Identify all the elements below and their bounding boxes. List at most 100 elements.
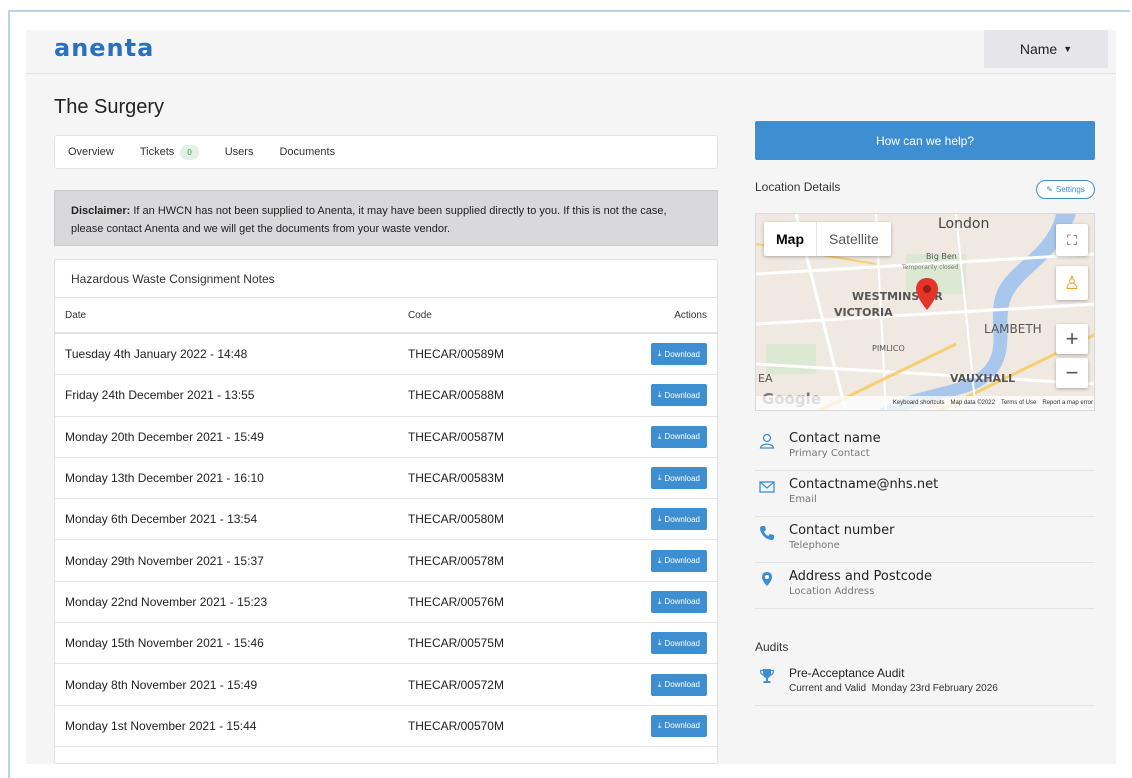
location-map[interactable]: Map Satellite ⛶ ♙ + − London Big Ben Tem…: [755, 213, 1095, 411]
contact-address: Address and Postcode: [789, 569, 933, 584]
row-code: THECAR/00580M: [407, 512, 504, 527]
trophy-icon: [759, 669, 775, 683]
tickets-count-badge: 0: [180, 144, 199, 160]
download-icon: ⤓: [657, 514, 662, 524]
row-date: Monday 1st November 2021 - 15:44: [65, 718, 257, 733]
user-menu-button[interactable]: Name ▼: [984, 30, 1108, 68]
settings-button[interactable]: ✎ Settings: [1036, 180, 1095, 199]
contact-item: Contact number Telephone: [755, 517, 1095, 563]
tab-label: Users: [224, 146, 254, 158]
zoom-out-icon[interactable]: −: [1056, 358, 1088, 388]
contact-list: Contact name Primary Contact Contactname…: [755, 425, 1095, 609]
contact-sub: Location Address: [789, 586, 875, 597]
table-row: Tuesday 4th January 2022 - 14:48 THECAR/…: [55, 334, 717, 376]
download-button[interactable]: ⤓ Download: [650, 343, 707, 366]
disclaimer-text: If an HWCN has not been supplied to Anen…: [71, 205, 667, 235]
download-button[interactable]: ⤓ Download: [650, 549, 707, 572]
logo[interactable]: anenta: [54, 34, 154, 62]
table-row: Monday 22nd November 2021 - 15:23 THECAR…: [55, 582, 717, 624]
contact-item: Contactname@nhs.net Email: [755, 471, 1095, 517]
row-date: Monday 6th December 2021 - 13:54: [65, 512, 258, 527]
table-row: Monday 8th November 2021 - 15:49 THECAR/…: [55, 664, 717, 706]
map-footer-link[interactable]: Report a map error: [1042, 400, 1093, 406]
row-code: THECAR/00589M: [407, 347, 504, 362]
phone-icon: [760, 526, 774, 540]
download-button[interactable]: ⤓ Download: [650, 590, 707, 613]
pegman-icon[interactable]: ♙: [1056, 266, 1088, 300]
map-label-ea: EA: [758, 372, 773, 385]
download-button[interactable]: ⤓ Download: [650, 425, 707, 448]
download-button[interactable]: ⤓ Download: [650, 714, 707, 737]
user-menu-label: Name: [1019, 41, 1058, 57]
satellite-view-button[interactable]: Satellite: [816, 222, 891, 256]
download-icon: ⤓: [657, 390, 662, 400]
map-pin-marker[interactable]: [916, 278, 938, 310]
download-label: Download: [664, 721, 700, 731]
table-row: Monday 20th December 2021 - 15:49 THECAR…: [55, 417, 717, 458]
table-body: Tuesday 4th January 2022 - 14:48 THECAR/…: [55, 334, 717, 747]
download-icon: ⤓: [657, 473, 662, 483]
caret-down-icon: ▼: [1063, 44, 1073, 54]
map-label-lambeth: LAMBETH: [984, 322, 1042, 336]
disclaimer-label: Disclaimer:: [71, 205, 131, 217]
top-navbar: anenta Name ▼: [26, 30, 1116, 74]
help-button[interactable]: How can we help?: [755, 121, 1095, 160]
audit-item: Pre-Acceptance Audit Current and Valid M…: [755, 662, 1095, 706]
table-row: Monday 29th November 2021 - 15:37 THECAR…: [55, 540, 717, 582]
download-label: Download: [664, 680, 700, 690]
map-label-london: London: [938, 216, 990, 232]
map-view-button[interactable]: Map: [764, 222, 816, 256]
map-footer-link[interactable]: Keyboard shortcuts: [893, 400, 945, 406]
map-footer-link[interactable]: Terms of Use: [1001, 400, 1036, 406]
wrench-icon: ✎: [1046, 185, 1053, 194]
download-icon: ⤓: [657, 720, 662, 730]
map-footer: Keyboard shortcuts Map data ©2022 Terms …: [756, 396, 1094, 410]
tab-tickets[interactable]: Tickets 0: [140, 144, 199, 160]
audit-date: Monday 23rd February 2026: [871, 683, 998, 694]
contact-name: Contact name: [789, 431, 881, 446]
audit-name: Pre-Acceptance Audit: [789, 666, 905, 680]
row-code: THECAR/00572M: [407, 677, 504, 692]
fullscreen-icon[interactable]: ⛶: [1056, 224, 1088, 256]
tab-documents[interactable]: Documents: [279, 146, 335, 158]
download-button[interactable]: ⤓ Download: [650, 632, 707, 655]
audit-status-line: Current and Valid Monday 23rd February 2…: [789, 683, 998, 694]
download-button[interactable]: ⤓ Download: [650, 673, 707, 696]
contact-email[interactable]: Contactname@nhs.net: [789, 477, 938, 492]
row-date: Monday 20th December 2021 - 15:49: [65, 429, 264, 444]
disclaimer-banner: Disclaimer: If an HWCN has not been supp…: [54, 190, 718, 246]
row-code: THECAR/00578M: [407, 553, 504, 568]
row-code: THECAR/00575M: [407, 636, 504, 651]
audits-heading: Audits: [755, 640, 789, 654]
download-label: Download: [664, 432, 700, 442]
download-label: Download: [664, 638, 700, 648]
row-code: THECAR/00570M: [407, 718, 504, 733]
contact-item: Address and Postcode Location Address: [755, 563, 1095, 609]
column-header-date: Date: [65, 309, 87, 321]
download-label: Download: [664, 349, 700, 359]
download-icon: ⤓: [657, 596, 662, 606]
download-button[interactable]: ⤓ Download: [650, 467, 707, 490]
row-code: THECAR/00583M: [407, 471, 504, 486]
contact-sub: Email: [789, 494, 817, 505]
table-row: Monday 6th December 2021 - 13:54 THECAR/…: [55, 499, 717, 541]
download-button[interactable]: ⤓ Download: [650, 384, 707, 407]
map-pin-icon: [762, 572, 772, 586]
download-label: Download: [664, 556, 700, 566]
card-title: Hazardous Waste Consignment Notes: [55, 260, 717, 298]
download-label: Download: [664, 514, 700, 524]
tab-users[interactable]: Users: [225, 146, 254, 158]
row-date: Tuesday 4th January 2022 - 14:48: [65, 347, 248, 362]
download-label: Download: [664, 390, 700, 400]
tab-overview[interactable]: Overview: [68, 146, 114, 158]
download-icon: ⤓: [657, 349, 662, 359]
row-code: THECAR/00576M: [407, 594, 504, 609]
row-date: Monday 22nd November 2021 - 15:23: [65, 594, 268, 609]
table-row: Monday 15th November 2021 - 15:46 THECAR…: [55, 623, 717, 665]
map-label-big-ben-sub: Temporarily closed: [902, 264, 959, 271]
audit-status: Current and Valid: [789, 683, 867, 694]
download-icon: ⤓: [657, 431, 662, 441]
row-date: Monday 15th November 2021 - 15:46: [65, 636, 264, 651]
zoom-in-icon[interactable]: +: [1056, 324, 1088, 354]
download-button[interactable]: ⤓ Download: [650, 508, 707, 531]
